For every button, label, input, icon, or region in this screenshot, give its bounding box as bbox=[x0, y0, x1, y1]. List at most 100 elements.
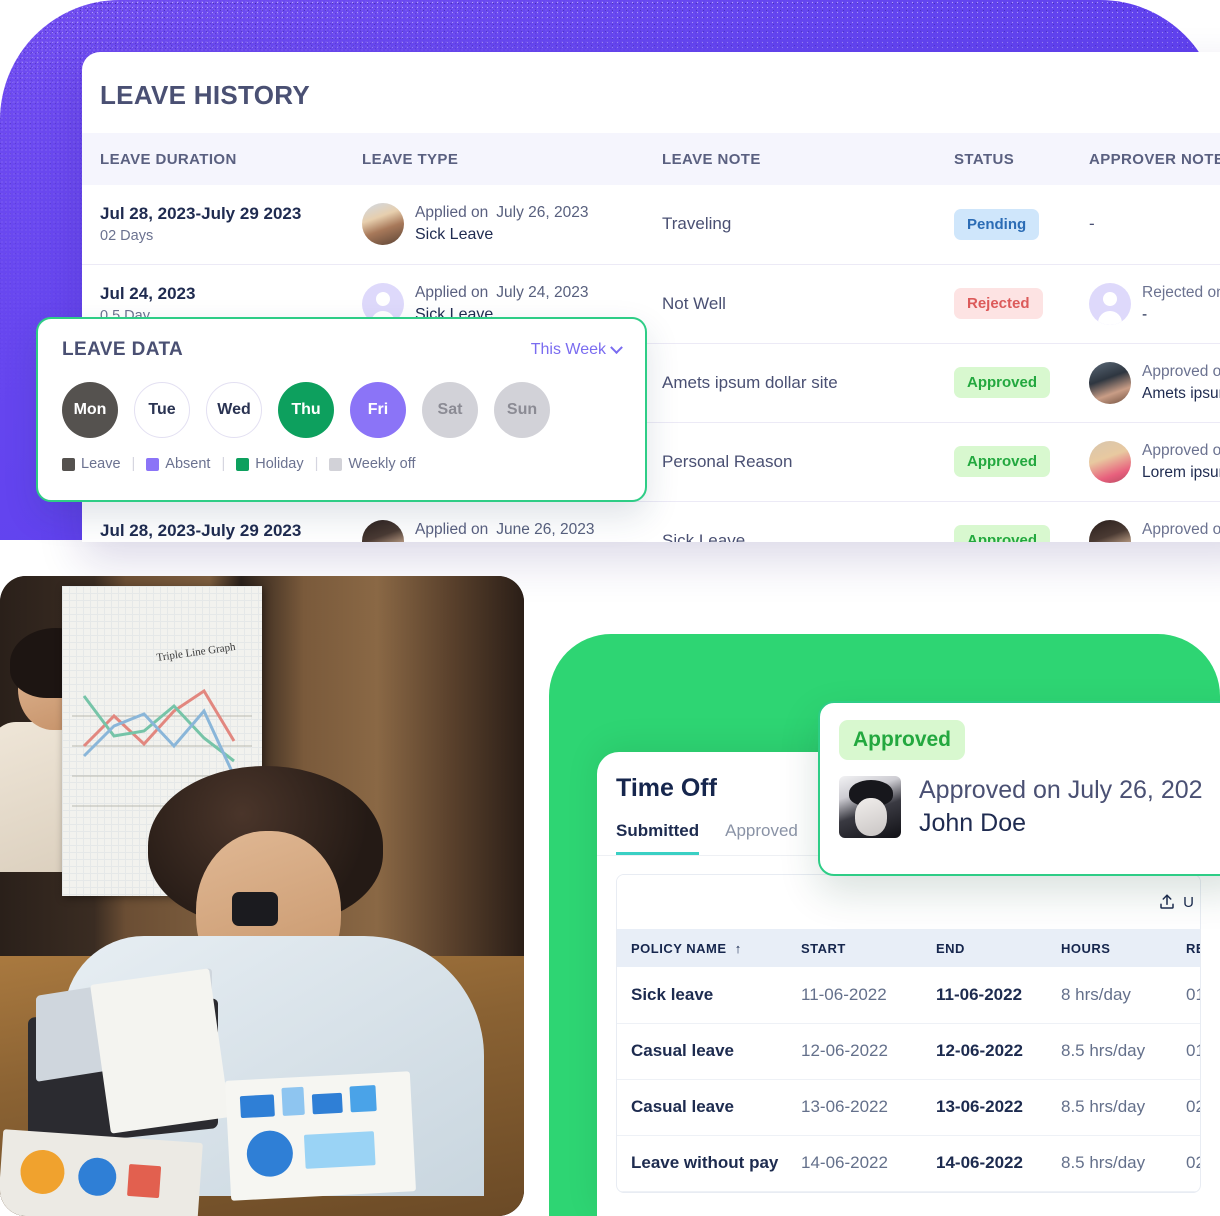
column-header-requested: REQUESTED bbox=[1172, 929, 1200, 967]
tab-approved[interactable]: Approved bbox=[725, 821, 798, 855]
cell-status: Rejected bbox=[954, 264, 1089, 344]
upload-button[interactable]: U bbox=[1158, 893, 1194, 911]
status-badge-approved: Approved bbox=[839, 720, 966, 760]
applied-on-line: Applied on July 26, 2023 bbox=[415, 204, 588, 222]
weekday-tue[interactable]: Tue bbox=[134, 382, 190, 438]
avatar bbox=[362, 203, 404, 246]
column-header-hours: HOURS bbox=[1047, 929, 1172, 967]
legend-separator: | bbox=[314, 456, 319, 472]
column-header-policy-name[interactable]: POLICY NAME ↑ bbox=[617, 929, 787, 967]
cell-approver-note: Approved on Lorem ipsum bbox=[1089, 422, 1220, 502]
leave-type-name: Sick Leave bbox=[415, 226, 494, 244]
leave-type-cell: Applied on July 26, 2023 Sick Leave bbox=[362, 203, 644, 246]
leave-data-card: LEAVE DATA This Week Mon Tue Wed Thu Fri Sat S… bbox=[36, 317, 647, 502]
weekday-fri[interactable]: Fri bbox=[350, 382, 406, 438]
cell-leave-duration: Jul 28, 2023-July 29 202302 Days bbox=[82, 501, 344, 542]
approver-note-text: Amets ipsum bbox=[1142, 384, 1220, 402]
approver-action-line: Approved on bbox=[1142, 441, 1220, 459]
cell-leave-note: Personal Reason bbox=[644, 422, 954, 502]
approver-row: Approved on July 26, 202 John Doe bbox=[839, 776, 1220, 838]
applied-on-line: Applied on July 24, 2023 bbox=[415, 284, 588, 302]
legend-label: Weekly off bbox=[348, 456, 416, 472]
legend-item-leave: Leave bbox=[62, 456, 121, 472]
approver-note-cell: Approved on Lorem ipsum bbox=[1089, 440, 1220, 483]
cell-leave-note: Traveling bbox=[644, 185, 954, 265]
approver-avatar bbox=[1089, 361, 1131, 404]
time-off-table: POLICY NAME ↑ START END HOURS REQUESTED … bbox=[617, 929, 1200, 1192]
approver-name: John Doe bbox=[919, 809, 1027, 837]
leave-type-lines: Applied on July 26, 2023 Sick Leave bbox=[415, 204, 588, 244]
cell-leave-note: Not Well bbox=[644, 264, 954, 344]
weekday-mon[interactable]: Mon bbox=[62, 382, 118, 438]
svg-text:Triple Line Graph: Triple Line Graph bbox=[156, 641, 237, 664]
table-row[interactable]: Casual leave 13-06-2022 13-06-2022 8.5 hrs/… bbox=[617, 1079, 1200, 1136]
table-row[interactable]: Leave without pay 14-06-2022 14-06-2022 8.5… bbox=[617, 1135, 1200, 1192]
table-row[interactable]: Jul 28, 2023-July 29 202302 Days Applied … bbox=[82, 185, 1220, 265]
time-off-panel: U POLICY NAME ↑ START END HOURS R Sick l… bbox=[616, 874, 1201, 1193]
legend-item-weekly-off: Weekly off bbox=[329, 456, 416, 472]
legend-swatch bbox=[236, 457, 250, 471]
cell-approver-note: - bbox=[1089, 185, 1220, 265]
approver-note-lines: Approved on Amets ipsum bbox=[1142, 363, 1220, 403]
cell-policy-name: Leave without pay bbox=[617, 1135, 787, 1192]
legend-label: Leave bbox=[81, 456, 121, 472]
cell-requested: 01-06-2 bbox=[1172, 1023, 1200, 1080]
approver-action-line: Approved on bbox=[1142, 520, 1220, 538]
leave-type-cell: Applied onJune 26, 2023Sick Leave bbox=[362, 519, 644, 542]
cell-hours: 8 hrs/day bbox=[1047, 967, 1172, 1024]
status-badge: Approved bbox=[954, 367, 1051, 398]
photo-paper-held bbox=[90, 968, 230, 1134]
cell-end: 13-06-2022 bbox=[922, 1079, 1047, 1136]
applied-on-date: July 24, 2023 bbox=[496, 283, 589, 301]
cell-start: 12-06-2022 bbox=[787, 1023, 922, 1080]
approver-action-line: Rejected on bbox=[1142, 283, 1220, 301]
cell-leave-duration: Jul 28, 2023-July 29 202302 Days bbox=[82, 185, 344, 265]
screenshot-root: LEAVE HISTORY LEAVE DURATION LEAVE TYPE … bbox=[0, 0, 1220, 1216]
table-row[interactable]: Casual leave 12-06-2022 12-06-2022 8.5 hrs/… bbox=[617, 1023, 1200, 1080]
applied-on-date: July 26, 2023 bbox=[496, 204, 589, 222]
weekday-sat[interactable]: Sat bbox=[422, 382, 478, 438]
time-off-header-row: POLICY NAME ↑ START END HOURS REQUESTED bbox=[617, 929, 1200, 967]
tab-submitted[interactable]: Submitted bbox=[616, 821, 700, 855]
cell-policy-name: Casual leave bbox=[617, 1023, 787, 1080]
approver-note-text: Lorem ipsum bbox=[1142, 463, 1220, 481]
approver-avatar bbox=[1089, 519, 1131, 542]
cell-leave-type: Applied onJune 26, 2023Sick Leave bbox=[344, 501, 644, 542]
cell-requested: 02-06-2 bbox=[1172, 1135, 1200, 1192]
legend-separator: | bbox=[221, 456, 226, 472]
cell-end: 14-06-2022 bbox=[922, 1135, 1047, 1192]
approver-avatar bbox=[1089, 440, 1131, 483]
approver-avatar bbox=[1089, 282, 1131, 325]
upload-label: U bbox=[1183, 893, 1194, 911]
column-header-approver-note: APPROVER NOTE bbox=[1089, 133, 1220, 185]
cell-status: Pending bbox=[954, 185, 1089, 265]
avatar bbox=[362, 519, 404, 542]
weekday-wed[interactable]: Wed bbox=[206, 382, 262, 438]
status-badge: Rejected bbox=[954, 288, 1043, 319]
leave-data-title: LEAVE DATA bbox=[62, 339, 184, 360]
cell-end: 11-06-2022 bbox=[922, 967, 1047, 1024]
weekday-thu[interactable]: Thu bbox=[278, 382, 334, 438]
table-row[interactable]: Sick leave 11-06-2022 11-06-2022 8 hrs/day 0… bbox=[617, 967, 1200, 1024]
weekday-sun[interactable]: Sun bbox=[494, 382, 550, 438]
status-badge: Pending bbox=[954, 208, 1040, 240]
time-off-body: Sick leave 11-06-2022 11-06-2022 8 hrs/day 0… bbox=[617, 967, 1200, 1192]
approved-notification-card: Approved Approved on July 26, 202 John D… bbox=[818, 701, 1220, 876]
office-photo: Triple Line Graph bbox=[0, 576, 524, 1216]
approver-avatar bbox=[839, 776, 901, 838]
cell-approver-note: Approved on Amets ipsum bbox=[1089, 343, 1220, 423]
column-header-status: STATUS bbox=[954, 133, 1089, 185]
column-header-leave-duration: LEAVE DURATION bbox=[82, 133, 344, 185]
cell-requested: 02-06-2 bbox=[1172, 1079, 1200, 1136]
table-row[interactable]: Jul 28, 2023-July 29 202302 Days Applied … bbox=[82, 501, 1220, 542]
leave-data-legend: Leave | Absent | Holiday | Weekly off bbox=[62, 456, 621, 472]
approver-note-cell: Approved onSick ipsum bbox=[1089, 519, 1220, 542]
column-header-end: END bbox=[922, 929, 1047, 967]
week-range-selector[interactable]: This Week bbox=[530, 340, 623, 359]
approver-note-cell: Rejected on - bbox=[1089, 282, 1220, 325]
weekday-circles: Mon Tue Wed Thu Fri Sat Sun bbox=[62, 382, 621, 438]
week-range-label: This Week bbox=[530, 341, 606, 358]
upload-icon bbox=[1160, 894, 1174, 909]
cell-policy-name: Sick leave bbox=[617, 967, 787, 1024]
legend-item-holiday: Holiday bbox=[236, 456, 304, 472]
